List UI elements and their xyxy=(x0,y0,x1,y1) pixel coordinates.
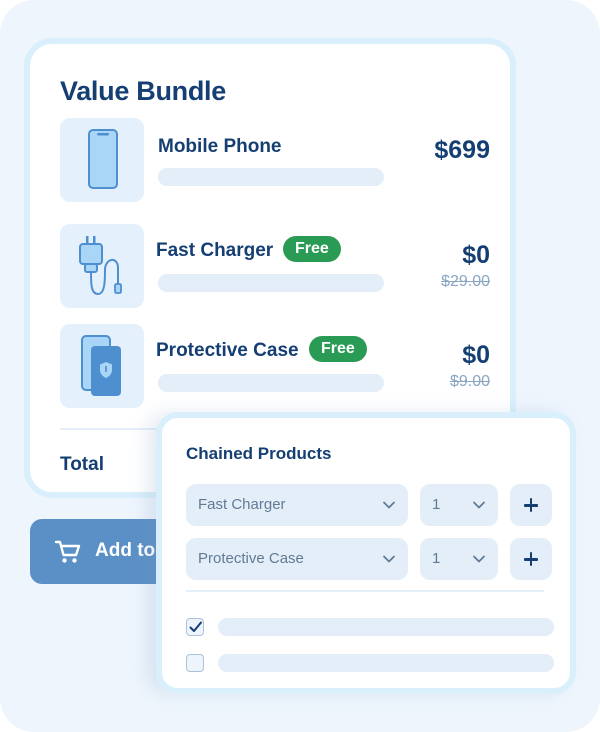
product-price: $699 xyxy=(434,136,490,164)
bundle-title: Value Bundle xyxy=(60,76,226,106)
option-label-placeholder xyxy=(218,618,554,636)
product-name: Protective Case xyxy=(156,340,299,361)
free-badge: Free xyxy=(283,236,341,262)
chevron-down-icon xyxy=(473,555,485,563)
chained-product-select[interactable]: Protective Case xyxy=(186,538,408,580)
select-value: Fast Charger xyxy=(198,496,286,513)
charger-icon xyxy=(79,236,122,296)
product-old-price: $9.00 xyxy=(449,373,490,390)
quantity-select[interactable]: 1 xyxy=(420,484,498,526)
chained-product-select[interactable]: Fast Charger xyxy=(186,484,408,526)
cart-icon xyxy=(54,540,81,563)
add-chained-product-button[interactable] xyxy=(510,484,552,526)
chained-products-title: Chained Products xyxy=(186,444,332,463)
option-checkbox-checked[interactable] xyxy=(186,618,204,636)
product-thumb-phone[interactable] xyxy=(60,118,144,202)
quantity-select[interactable]: 1 xyxy=(420,538,498,580)
chained-divider xyxy=(186,590,544,592)
product-desc-placeholder xyxy=(158,168,384,186)
total-label: Total xyxy=(60,454,104,475)
product-thumb-case[interactable] xyxy=(60,324,144,408)
checkmark-icon xyxy=(189,621,202,632)
select-value: 1 xyxy=(432,550,441,567)
product-name: Mobile Phone xyxy=(158,136,282,157)
product-name: Fast Charger xyxy=(156,240,274,261)
chevron-down-icon xyxy=(473,501,485,509)
select-value: 1 xyxy=(432,496,441,513)
free-badge: Free xyxy=(309,336,367,362)
product-old-price: $29.00 xyxy=(441,273,490,290)
chained-products-card: Chained Products Fast Charger 1 Protecti… xyxy=(156,412,576,694)
option-label-placeholder xyxy=(218,654,554,672)
product-thumb-charger[interactable] xyxy=(60,224,144,308)
chevron-down-icon xyxy=(383,555,395,563)
option-checkbox-unchecked[interactable] xyxy=(186,654,204,672)
plus-icon xyxy=(529,552,533,566)
phone-icon xyxy=(88,129,118,189)
chevron-down-icon xyxy=(383,501,395,509)
product-desc-placeholder xyxy=(158,274,384,292)
product-price: $0 xyxy=(462,341,490,369)
select-value: Protective Case xyxy=(198,550,304,567)
case-icon xyxy=(81,335,121,396)
product-price: $0 xyxy=(462,241,490,269)
plus-icon xyxy=(529,498,533,512)
add-to-cart-label: Add to xyxy=(95,540,156,561)
add-chained-product-button[interactable] xyxy=(510,538,552,580)
product-desc-placeholder xyxy=(158,374,384,392)
